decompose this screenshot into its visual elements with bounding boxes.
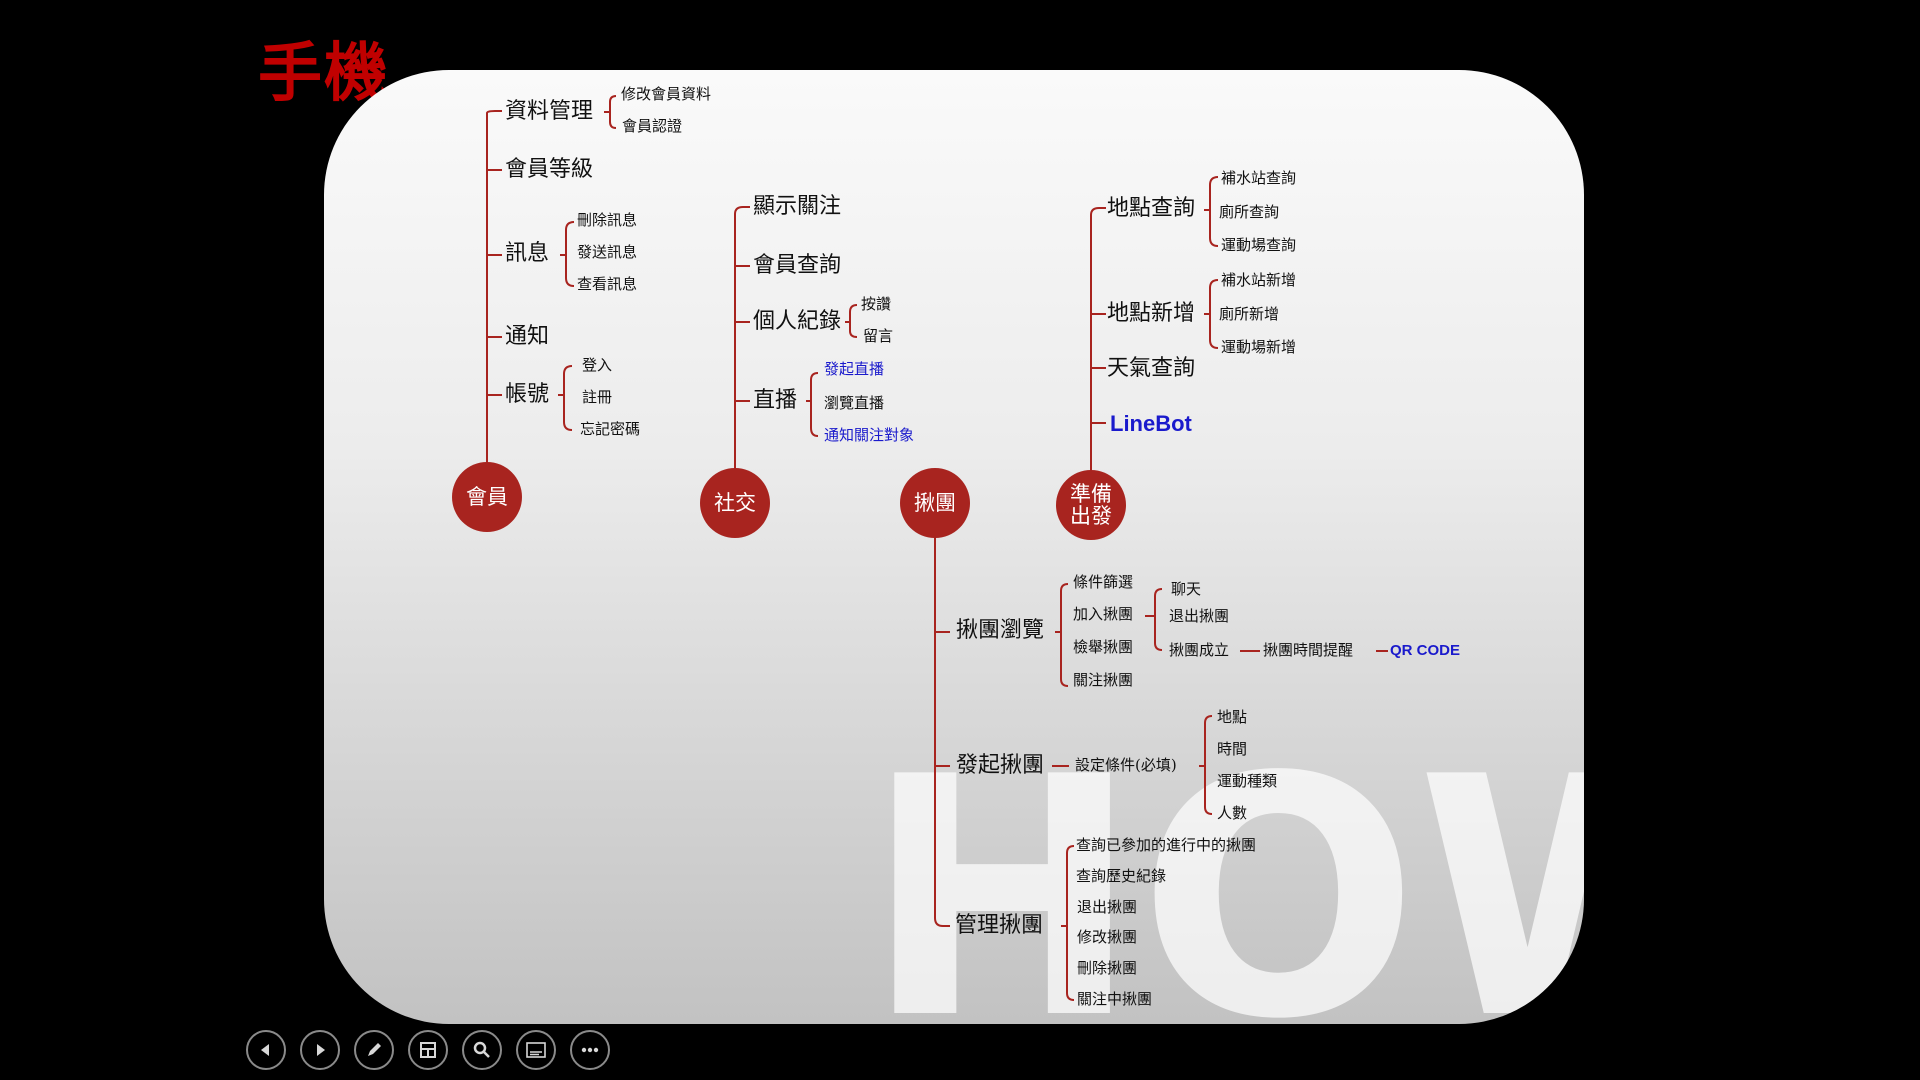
node-delete-group[interactable]: 刪除揪團 [1077,961,1137,976]
node-group-browse[interactable]: 揪團瀏覽 [956,620,1044,642]
prev-icon[interactable] [246,1030,286,1070]
hub-prepare-line2: 出發 [1070,504,1112,528]
node-chat[interactable]: 聊天 [1171,582,1201,597]
node-place[interactable]: 地點 [1217,710,1247,725]
node-send-message[interactable]: 發送訊息 [577,245,637,260]
node-browse-live[interactable]: 瀏覽直播 [824,396,884,411]
node-edit-group[interactable]: 修改揪團 [1077,930,1137,945]
node-personal-record[interactable]: 個人紀錄 [753,311,841,333]
node-qr-code[interactable]: QR CODE [1390,643,1460,658]
hub-prepare[interactable]: 準備 出發 [1056,470,1126,540]
node-water-query[interactable]: 補水站查詢 [1221,171,1296,186]
node-following-group[interactable]: 關注中揪團 [1077,992,1152,1007]
node-notification[interactable]: 通知 [505,326,549,348]
node-initiate-group[interactable]: 發起揪團 [956,755,1044,777]
subtitle-icon[interactable] [516,1030,556,1070]
node-like[interactable]: 按讚 [861,297,891,312]
node-start-live[interactable]: 發起直播 [824,362,884,377]
node-sports-add[interactable]: 運動場新增 [1221,340,1296,355]
node-account[interactable]: 帳號 [505,384,549,406]
node-query-history[interactable]: 查詢歷史紀錄 [1076,869,1166,884]
more-icon[interactable] [570,1030,610,1070]
hub-social[interactable]: 社交 [700,468,770,538]
node-group-formed[interactable]: 揪團成立 [1169,643,1229,658]
node-member-search[interactable]: 會員查詢 [753,255,841,277]
node-follow-group[interactable]: 關注揪團 [1073,673,1133,688]
node-forgot-password[interactable]: 忘記密碼 [580,422,640,437]
node-edit-member-data[interactable]: 修改會員資料 [621,87,711,102]
pen-icon[interactable] [354,1030,394,1070]
node-people[interactable]: 人數 [1217,806,1247,821]
node-register[interactable]: 註冊 [582,390,612,405]
node-message[interactable]: 訊息 [505,243,549,265]
presenter-toolbar [246,1030,610,1074]
hub-group[interactable]: 揪團 [900,468,970,538]
node-toilet-add[interactable]: 廁所新增 [1219,307,1279,322]
node-water-add[interactable]: 補水站新增 [1221,273,1296,288]
node-filter[interactable]: 條件篩選 [1073,575,1133,590]
node-login[interactable]: 登入 [582,358,612,373]
node-location-add[interactable]: 地點新增 [1107,303,1195,325]
node-time-reminder[interactable]: 揪團時間提醒 [1263,643,1353,658]
node-member-level[interactable]: 會員等級 [505,159,593,181]
node-member-verify[interactable]: 會員認證 [622,119,682,134]
node-report-group[interactable]: 檢舉揪團 [1073,640,1133,655]
node-sports-query[interactable]: 運動場查詢 [1221,238,1296,253]
slides-icon[interactable] [408,1030,448,1070]
node-live[interactable]: 直播 [753,390,797,412]
node-set-conditions[interactable]: 設定條件(必填) [1075,758,1177,773]
next-icon[interactable] [300,1030,340,1070]
zoom-icon[interactable] [462,1030,502,1070]
node-time[interactable]: 時間 [1217,742,1247,757]
node-manage-group[interactable]: 管理揪團 [955,915,1043,937]
node-toilet-query[interactable]: 廁所查詢 [1219,205,1279,220]
node-join-group[interactable]: 加入揪團 [1073,607,1133,622]
node-leave-group[interactable]: 退出揪團 [1169,609,1229,624]
node-delete-message[interactable]: 刪除訊息 [577,213,637,228]
node-view-message[interactable]: 查看訊息 [577,277,637,292]
hub-member[interactable]: 會員 [452,462,522,532]
node-data-management[interactable]: 資料管理 [505,101,593,123]
node-notify-followers[interactable]: 通知關注對象 [824,428,914,443]
node-weather-query[interactable]: 天氣查詢 [1107,358,1195,380]
node-show-follow[interactable]: 顯示關注 [753,196,841,218]
node-manage-leave[interactable]: 退出揪團 [1077,900,1137,915]
node-query-joined[interactable]: 查詢已參加的進行中的揪團 [1076,838,1256,853]
node-linebot[interactable]: LineBot [1110,413,1192,435]
node-sport-type[interactable]: 運動種類 [1217,774,1277,789]
node-comment[interactable]: 留言 [863,329,893,344]
node-location-query[interactable]: 地點查詢 [1107,198,1195,220]
hub-prepare-line1: 準備 [1070,481,1112,506]
